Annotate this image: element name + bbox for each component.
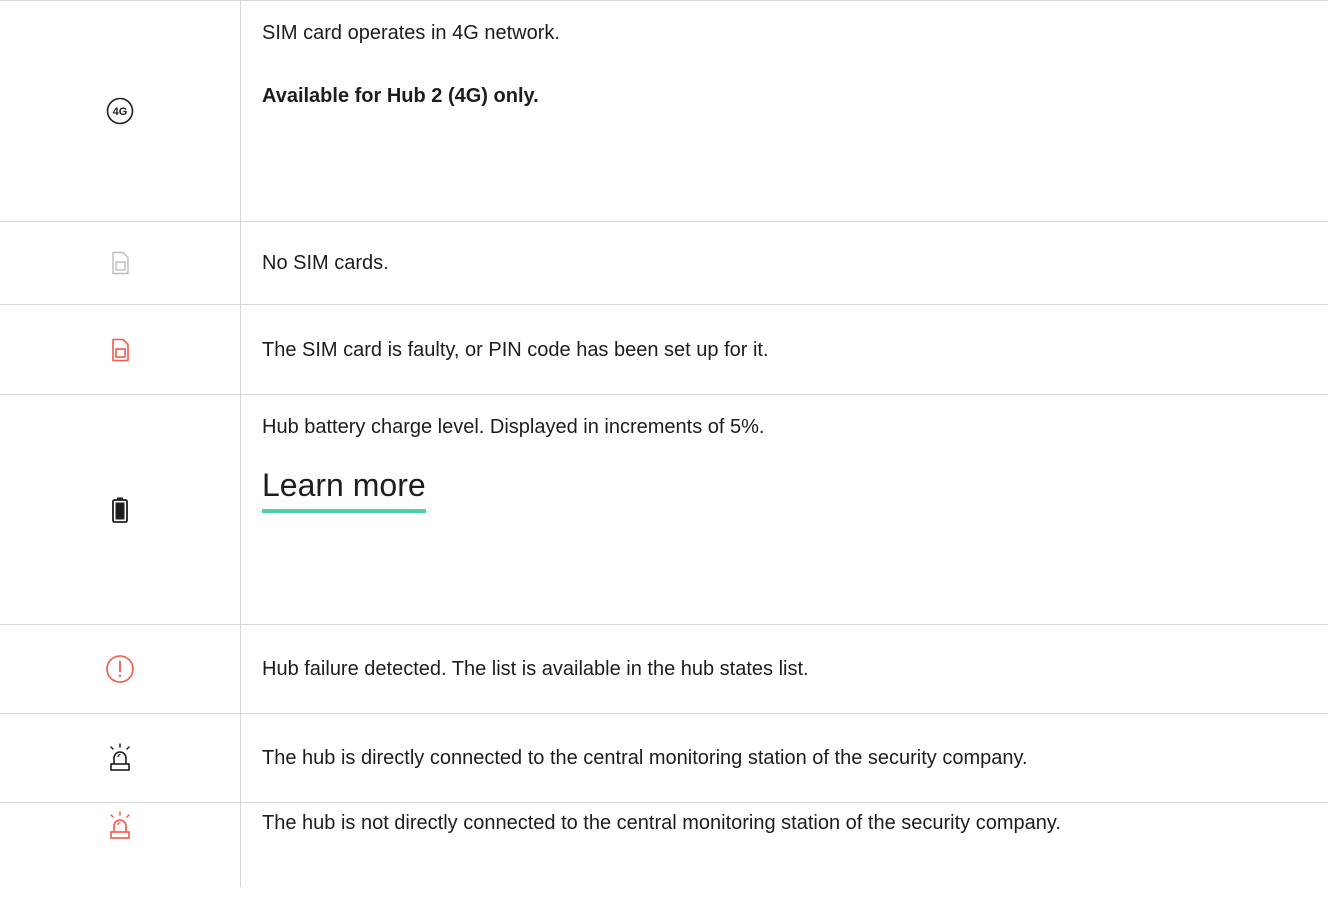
icon-cell (0, 304, 241, 395)
description-cell: The SIM card is faulty, or PIN code has … (240, 304, 1328, 395)
icon-cell (0, 802, 241, 887)
description-text: The SIM card is faulty, or PIN code has … (262, 338, 769, 361)
description-cell: No SIM cards. (240, 221, 1328, 305)
table-row: 4G SIM card operates in 4G network. Avai… (0, 0, 1328, 222)
description-text: The hub is not directly connected to the… (262, 812, 1061, 834)
description-cell: SIM card operates in 4G network. Availab… (240, 0, 1328, 222)
table-row: Hub battery charge level. Displayed in i… (0, 394, 1328, 625)
table-row: No SIM cards. (0, 221, 1328, 305)
table-row: The hub is directly connected to the cen… (0, 713, 1328, 803)
description-cell: The hub is not directly connected to the… (240, 802, 1328, 887)
description-text: SIM card operates in 4G network. (262, 22, 560, 44)
faulty-sim-icon (112, 338, 129, 361)
hub-icons-table: 4G SIM card operates in 4G network. Avai… (0, 0, 1328, 887)
failure-alert-icon (106, 655, 134, 683)
description-text: No SIM cards. (262, 252, 389, 274)
table-row: The hub is not directly connected to the… (0, 802, 1328, 887)
description-text: Hub battery charge level. Displayed in i… (262, 416, 765, 438)
description-text: Hub failure detected. The list is availa… (262, 658, 809, 680)
description-cell: Hub battery charge level. Displayed in i… (240, 394, 1328, 625)
siren-connected-icon (110, 743, 130, 771)
description-text: The hub is directly connected to the cen… (262, 747, 1028, 769)
learn-more-link[interactable]: Learn more (262, 465, 426, 513)
battery-icon (112, 497, 128, 523)
siren-disconnected-icon (110, 811, 130, 839)
availability-note: Available for Hub 2 (4G) only. (262, 85, 539, 107)
table-row: The SIM card is faulty, or PIN code has … (0, 304, 1328, 395)
description-cell: The hub is directly connected to the cen… (240, 713, 1328, 803)
icon-cell (0, 624, 241, 714)
icon-cell (0, 221, 241, 305)
icon-cell (0, 713, 241, 803)
no-sim-icon (112, 251, 129, 275)
icon-cell: 4G (0, 0, 241, 222)
4g-network-icon: 4G (106, 97, 134, 125)
table-row: Hub failure detected. The list is availa… (0, 624, 1328, 714)
description-cell: Hub failure detected. The list is availa… (240, 624, 1328, 714)
svg-text:4G: 4G (113, 106, 128, 118)
icon-cell (0, 394, 241, 625)
